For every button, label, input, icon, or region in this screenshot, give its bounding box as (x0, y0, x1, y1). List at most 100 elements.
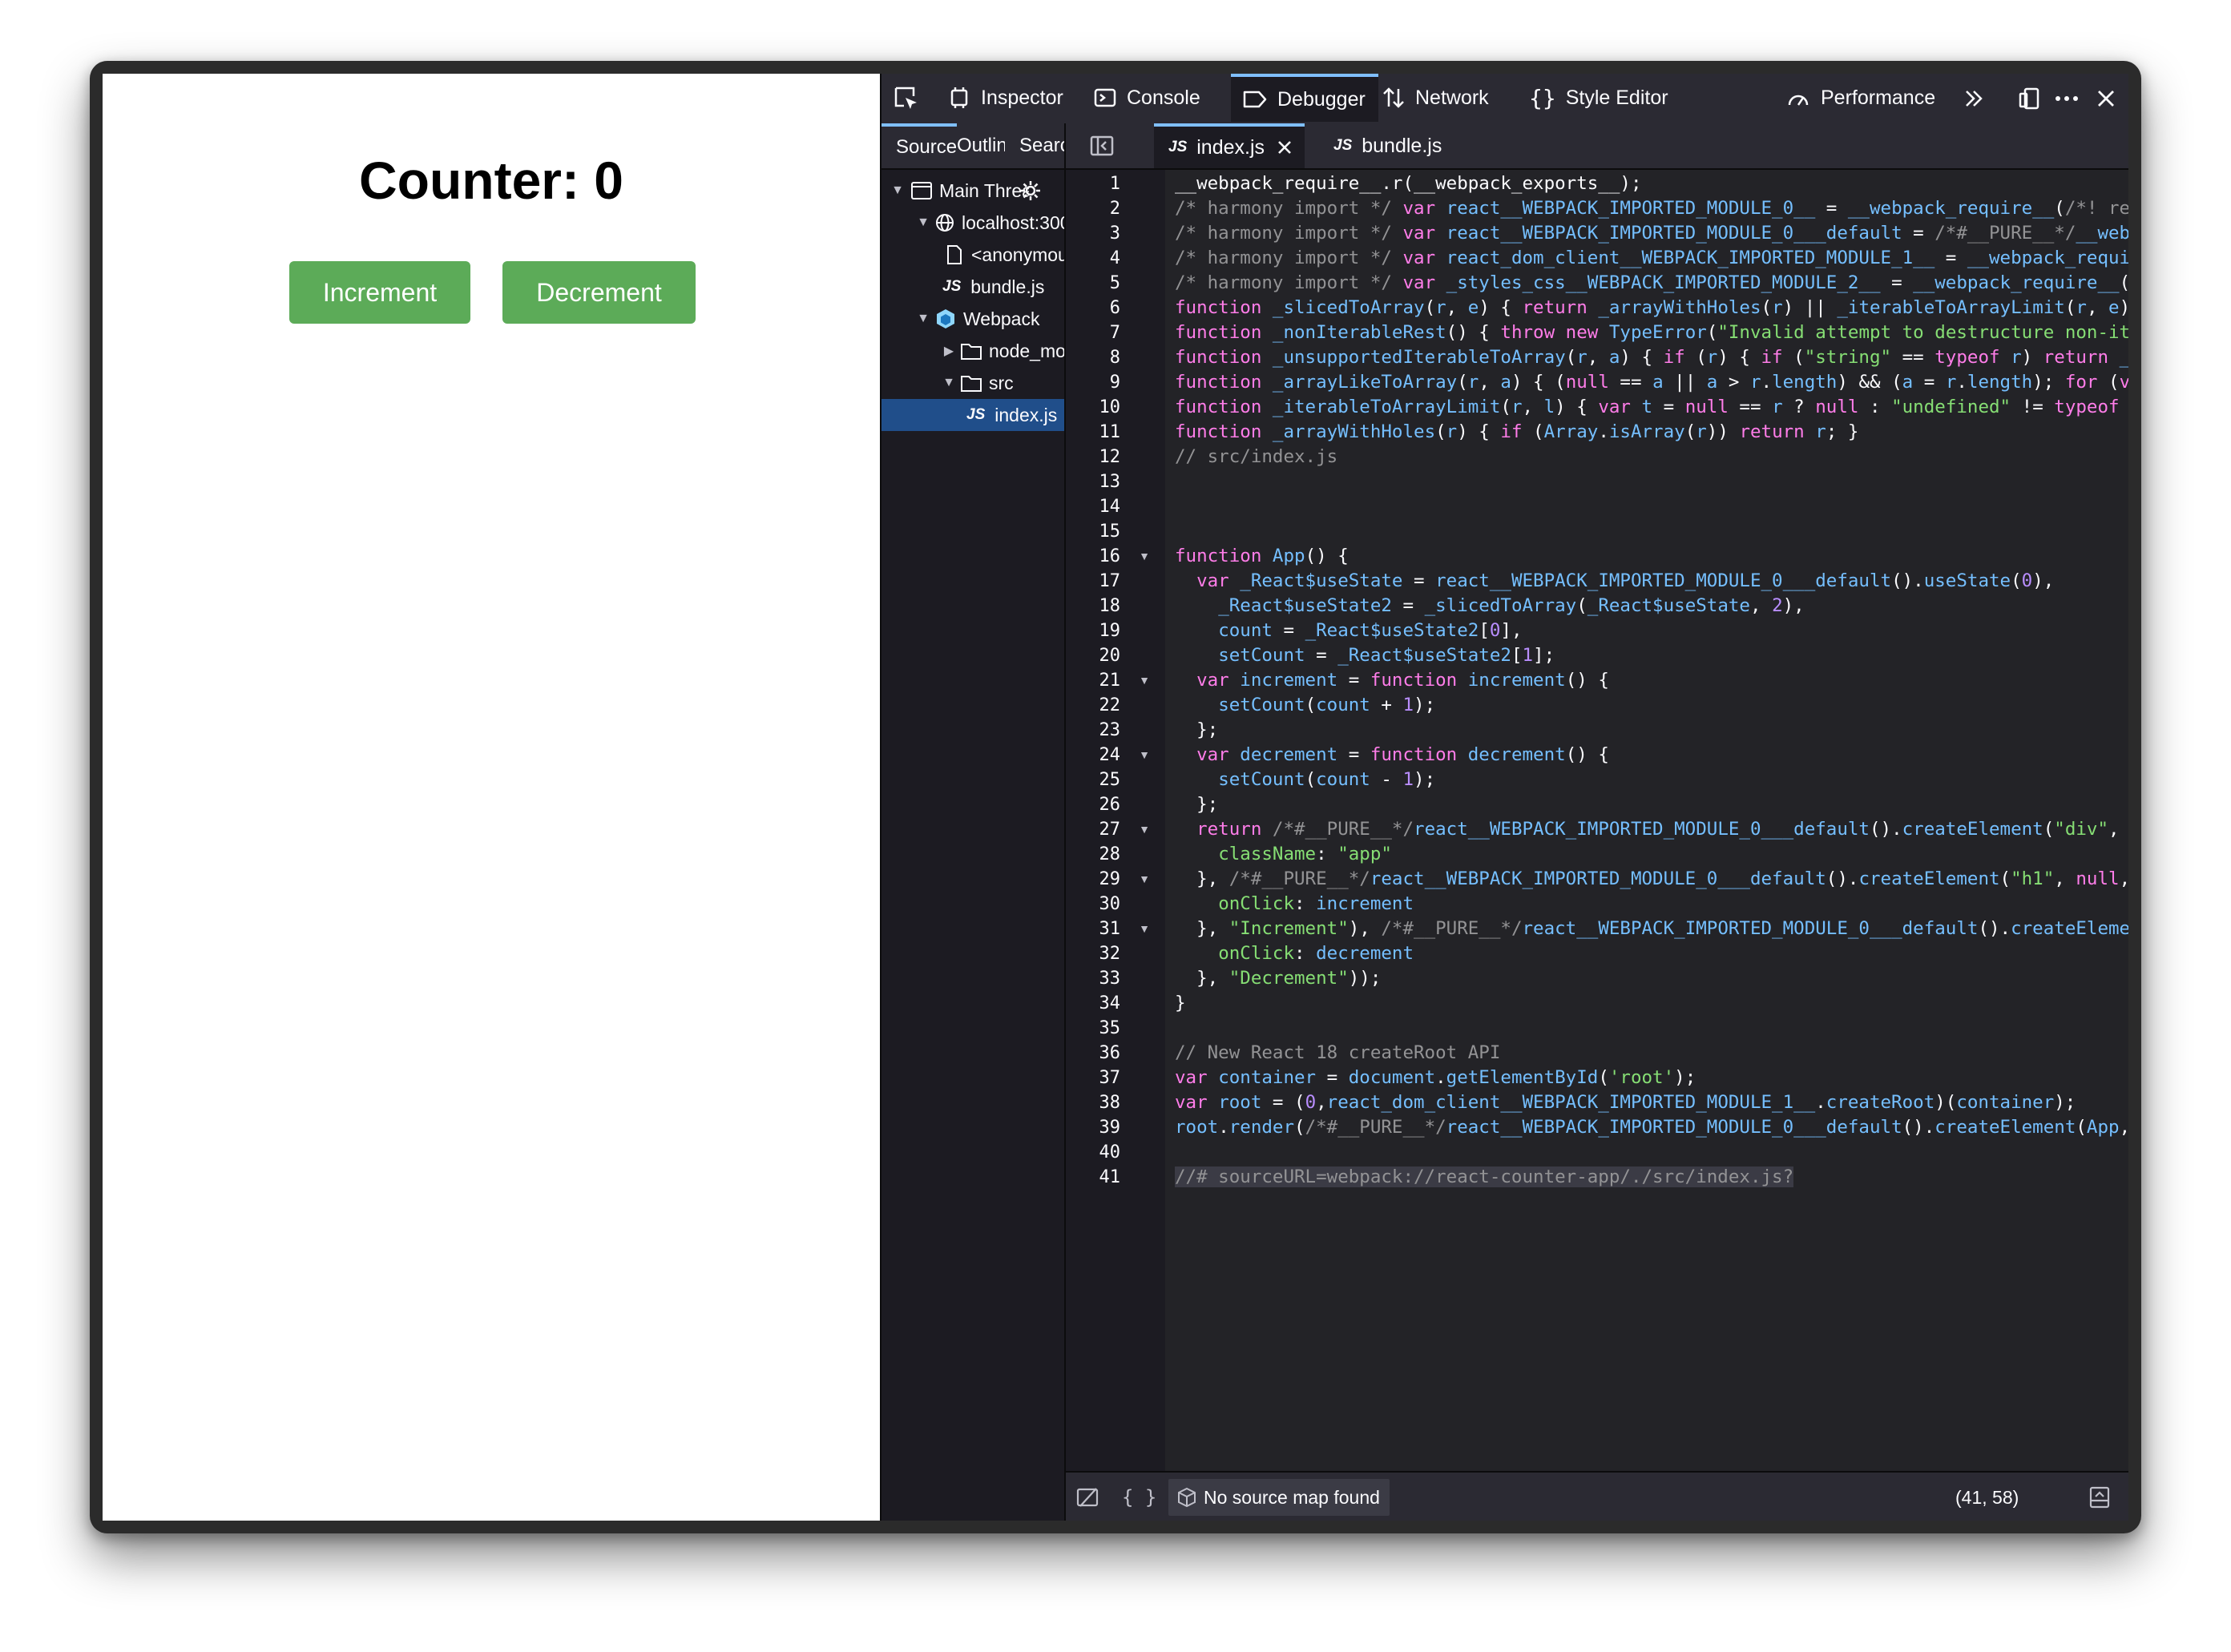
line-number[interactable]: 27 (1066, 817, 1121, 842)
fold-toggle-icon[interactable]: ▼ (1138, 817, 1151, 842)
close-tab-icon[interactable] (1276, 139, 1293, 156)
line-number[interactable]: 23 (1066, 718, 1121, 743)
line-number[interactable]: 20 (1066, 643, 1121, 668)
line-number[interactable]: 24 (1066, 743, 1121, 768)
tree-item-main-thread[interactable]: ▼ Main Thread (882, 175, 1064, 207)
line-number[interactable]: 1 (1066, 171, 1120, 196)
line-number[interactable]: 2 (1066, 196, 1120, 221)
line-number[interactable]: 16 (1066, 544, 1121, 569)
code-editor[interactable]: 1 2 3 4 5 6 7 8 9 10 11 12 13 14 15 16 ▼ 17 18 19 20 21 ▼ 22 23 2… (1066, 170, 2128, 1471)
file-tab-bundle-js[interactable]: JS bundle.js (1322, 123, 1442, 168)
code-token: : (1294, 893, 1317, 914)
code-line: /* harmony import */ var react__WEBPACK_… (1175, 196, 2128, 221)
fold-toggle-icon[interactable]: ▼ (1138, 867, 1151, 892)
line-number[interactable]: 37 (1066, 1066, 1121, 1090)
line-number[interactable]: 13 (1066, 469, 1121, 494)
source-map-status[interactable]: No source map found (1168, 1479, 1390, 1516)
fold-toggle-icon[interactable]: ▼ (1138, 544, 1151, 569)
code-token: , (2054, 868, 2076, 889)
line-number[interactable]: 38 (1066, 1090, 1121, 1115)
more-options-icon[interactable] (2053, 74, 2080, 123)
tree-item-webpack[interactable]: ▼ Webpack (882, 303, 1064, 335)
line-number[interactable]: 28 (1066, 842, 1121, 867)
code-content[interactable]: __webpack_require__.r(__webpack_exports_… (1175, 170, 2128, 1471)
tree-item-node-modules[interactable]: ▶ node_modules (882, 335, 1064, 367)
line-number[interactable]: 10 (1066, 395, 1121, 420)
code-token: . (1956, 372, 1967, 393)
responsive-design-icon[interactable] (2018, 74, 2043, 123)
line-number[interactable]: 22 (1066, 693, 1121, 718)
tree-item-anonymous[interactable]: <anonymous> (882, 239, 1064, 271)
debugger-icon (1243, 91, 1267, 108)
line-number[interactable]: 34 (1066, 991, 1121, 1016)
more-tools-chevron-icon[interactable] (1962, 74, 1986, 123)
line-number[interactable]: 26 (1066, 792, 1121, 817)
decrement-button[interactable]: Decrement (502, 261, 696, 324)
code-token: r (1696, 421, 1707, 442)
code-token: react__WEBPACK_IMPORTED_MODULE_0___defau… (1370, 868, 1826, 889)
close-devtools-icon[interactable] (2095, 74, 2117, 123)
line-number[interactable]: 15 (1066, 519, 1121, 544)
line-number[interactable]: 12 (1066, 445, 1121, 469)
line-number[interactable]: 39 (1066, 1115, 1121, 1140)
increment-button[interactable]: Increment (289, 261, 470, 324)
line-number[interactable]: 32 (1066, 941, 1121, 966)
code-token: == (1891, 347, 1935, 368)
tab-console[interactable]: Console (1093, 74, 1200, 122)
line-number[interactable]: 5 (1066, 271, 1120, 296)
line-number[interactable]: 21 (1066, 668, 1121, 693)
fold-toggle-icon[interactable]: ▼ (1138, 917, 1151, 941)
tree-item-src[interactable]: ▼ src (882, 367, 1064, 399)
pretty-print-icon[interactable]: { } (1122, 1473, 1156, 1521)
line-number[interactable]: 6 (1066, 296, 1120, 320)
file-tab-index-js[interactable]: JS index.js (1154, 123, 1305, 168)
code-token: var (1175, 1067, 1219, 1088)
line-number[interactable]: 31 (1066, 917, 1121, 941)
line-number-gutter[interactable]: 1 2 3 4 5 6 7 8 9 10 11 12 13 14 15 16 ▼ 17 18 19 20 21 ▼ 22 23 2… (1066, 170, 1165, 1471)
line-number[interactable]: 25 (1066, 768, 1121, 792)
tree-item-bundle-js[interactable]: JS bundle.js (882, 271, 1064, 303)
line-number[interactable]: 17 (1066, 569, 1121, 594)
line-number[interactable]: 3 (1066, 221, 1120, 246)
tab-network[interactable]: Network (1382, 74, 1489, 122)
line-number[interactable]: 11 (1066, 420, 1121, 445)
browser-window: Counter: 0 Increment Decrement Inspector… (90, 61, 2141, 1533)
line-number[interactable]: 30 (1066, 892, 1121, 917)
tab-sources[interactable]: Sources (882, 123, 957, 168)
fold-toggle-icon[interactable]: ▼ (1138, 668, 1151, 693)
fold-toggle-icon[interactable]: ▼ (1138, 743, 1151, 768)
tab-inspector[interactable]: Inspector (947, 74, 1063, 122)
line-number[interactable]: 19 (1066, 618, 1121, 643)
element-picker-icon[interactable] (893, 74, 920, 123)
line-number[interactable]: 36 (1066, 1041, 1121, 1066)
line-number[interactable]: 35 (1066, 1016, 1121, 1041)
toggle-sidebar-icon[interactable] (1090, 123, 1114, 168)
line-number[interactable]: 7 (1066, 320, 1120, 345)
tree-item-index-js[interactable]: JS index.js (882, 399, 1064, 431)
line-number[interactable]: 40 (1066, 1140, 1121, 1165)
tab-outline[interactable]: Outline (957, 123, 1005, 168)
disable-breakpoints-icon[interactable] (1075, 1473, 1099, 1521)
tab-performance[interactable]: Performance (1785, 74, 1935, 122)
line-number[interactable]: 4 (1066, 246, 1120, 271)
line-number[interactable]: 29 (1066, 867, 1121, 892)
line-number[interactable]: 33 (1066, 966, 1121, 991)
line-number[interactable]: 41 (1066, 1165, 1121, 1190)
line-number[interactable]: 8 (1066, 345, 1120, 370)
toggle-secondary-panel-icon[interactable] (2088, 1473, 2111, 1521)
line-number[interactable]: 18 (1066, 594, 1121, 618)
tree-item-label: <anonymous> (971, 244, 1064, 265)
tab-debugger[interactable]: Debugger (1231, 74, 1378, 122)
gear-icon[interactable] (1019, 179, 1042, 202)
tab-style-editor[interactable]: {} Style Editor (1529, 74, 1668, 122)
tab-search[interactable]: Search (1019, 123, 1064, 168)
line-number[interactable]: 14 (1066, 494, 1121, 519)
expanded-arrow-icon: ▼ (917, 312, 930, 325)
tree-item-localhost[interactable]: ▼ localhost:3000 (882, 207, 1064, 239)
code-token: != (2011, 397, 2055, 417)
line-number[interactable]: 9 (1066, 370, 1120, 395)
tab-outline-label: Outline (957, 135, 1005, 156)
code-token: render (1228, 1117, 1295, 1138)
code-token: return (1196, 819, 1273, 840)
